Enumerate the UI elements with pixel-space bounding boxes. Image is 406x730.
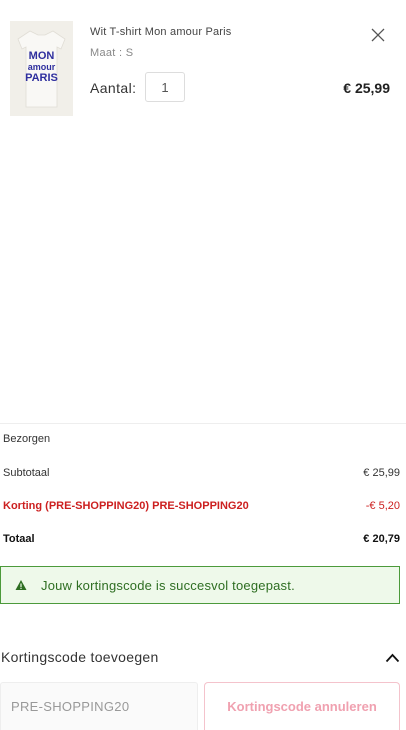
shipping-label: Bezorgen bbox=[3, 433, 51, 445]
discount-value: -€ 5,20 bbox=[365, 500, 400, 512]
product-price: € 25,99 bbox=[343, 80, 390, 96]
cart-item: MON amour PARIS Wit T-shirt Mon amour Pa… bbox=[0, 0, 406, 130]
success-message: Jouw kortingscode is succesvol toegepast… bbox=[41, 577, 295, 593]
quantity-label: Aantal: bbox=[90, 80, 137, 96]
coupon-toggle[interactable]: Kortingscode toevoegen bbox=[0, 649, 406, 669]
coupon-heading: Kortingscode toevoegen bbox=[1, 649, 159, 665]
total-value: € 20,79 bbox=[363, 533, 400, 545]
image-text-line-3: PARIS bbox=[25, 72, 58, 84]
coupon-input[interactable] bbox=[0, 682, 198, 730]
success-alert: Jouw kortingscode is succesvol toegepast… bbox=[0, 566, 400, 604]
product-image[interactable]: MON amour PARIS bbox=[10, 21, 73, 116]
chevron-up-icon bbox=[385, 653, 400, 663]
cancel-coupon-button[interactable]: Kortingscode annuleren bbox=[204, 682, 400, 730]
total-label: Totaal bbox=[3, 533, 35, 545]
quantity-input[interactable] bbox=[145, 72, 185, 102]
subtotal-value: € 25,99 bbox=[363, 467, 400, 479]
image-text-line-2: amour bbox=[28, 62, 56, 72]
remove-item-button[interactable] bbox=[368, 25, 388, 45]
product-size: Maat : S bbox=[90, 47, 134, 59]
order-totals bbox=[0, 423, 406, 424]
subtotal-label: Subtotaal bbox=[3, 467, 50, 479]
close-icon bbox=[371, 28, 385, 42]
discount-label: Korting (PRE-SHOPPING20) PRE-SHOPPING20 bbox=[3, 500, 249, 512]
product-name[interactable]: Wit T-shirt Mon amour Paris bbox=[90, 26, 232, 38]
warning-icon bbox=[15, 580, 27, 590]
image-text-line-1: MON bbox=[29, 50, 55, 62]
